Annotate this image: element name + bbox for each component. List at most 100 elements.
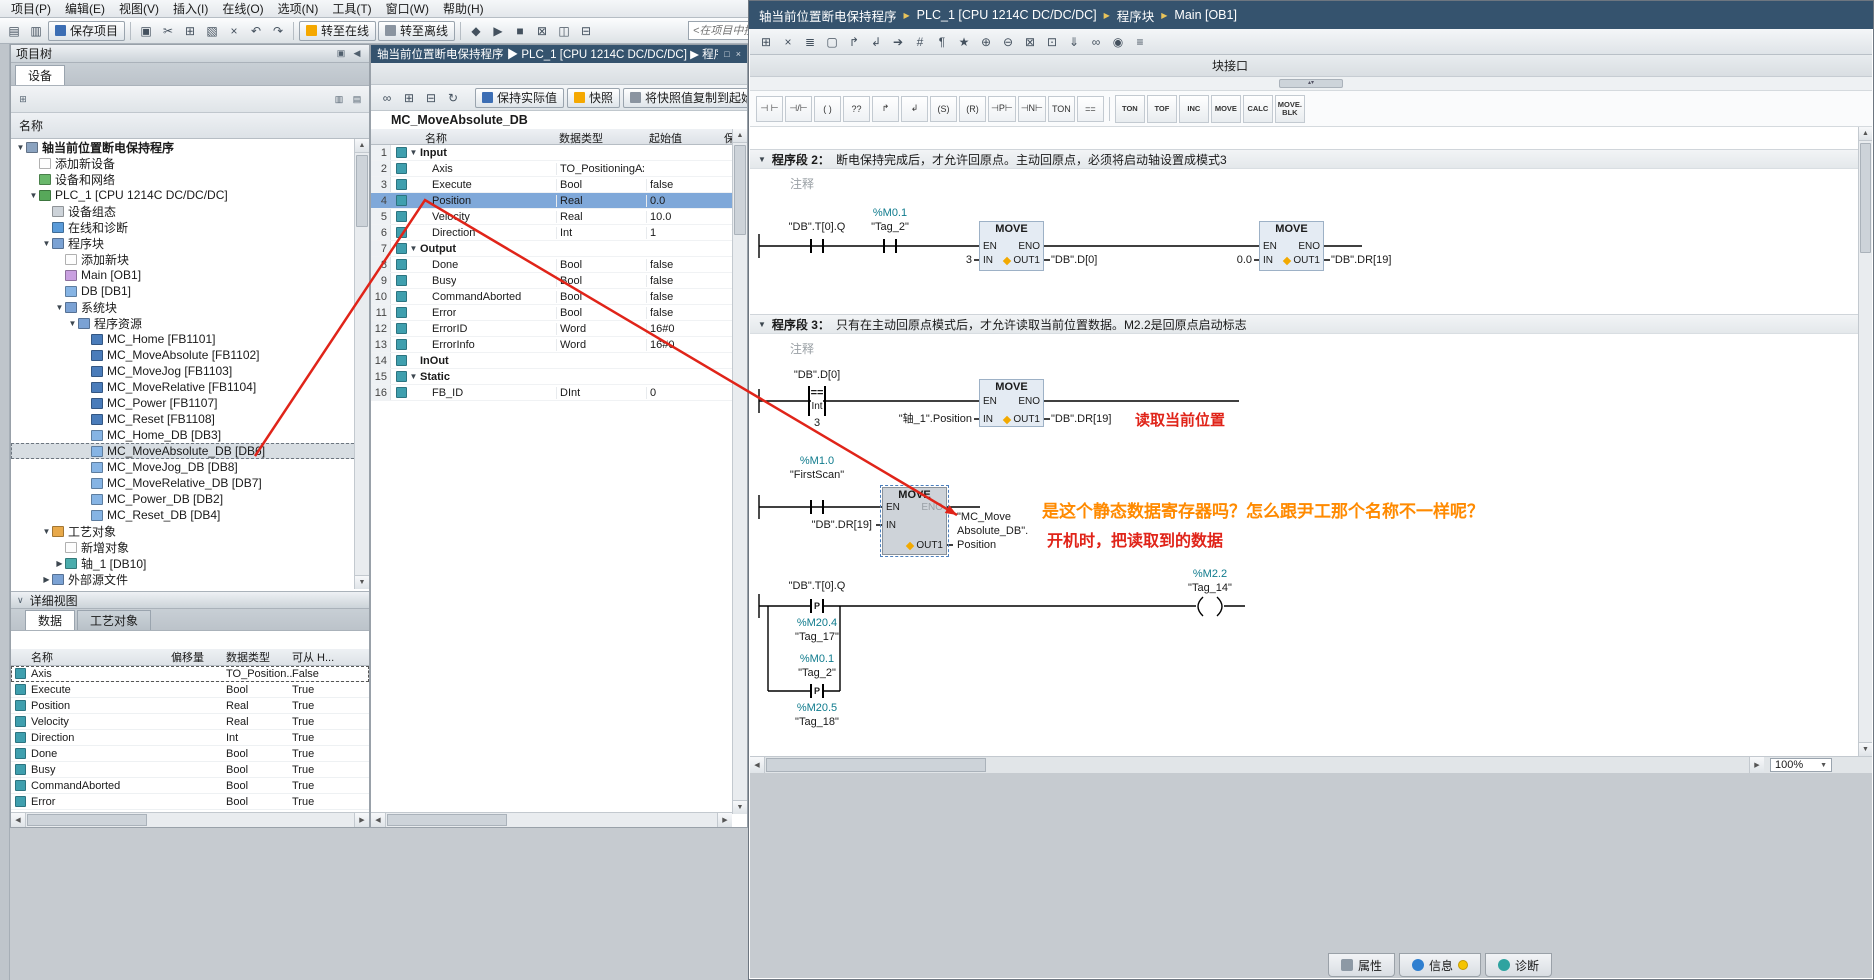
- stop-cpu-icon[interactable]: ■: [510, 21, 530, 41]
- db-table-row[interactable]: 4 Position Real 0.0: [371, 193, 732, 209]
- menu-item[interactable]: 视图(V): [112, 0, 166, 18]
- db-table-row[interactable]: 14 InOut: [371, 353, 732, 369]
- lad-vscrollbar[interactable]: ▲ ▼: [1858, 127, 1872, 756]
- scroll-up-icon[interactable]: ▲: [355, 139, 369, 153]
- input-operand[interactable]: "轴_1".Position: [880, 413, 972, 426]
- db-table-row[interactable]: 12 ErrorID Word 16#0: [371, 321, 732, 337]
- compare-favorite-icon[interactable]: ==: [1077, 96, 1104, 122]
- cut-icon[interactable]: ✂: [158, 21, 178, 41]
- tree-item[interactable]: 添加新块: [11, 251, 369, 267]
- detail-row[interactable]: Axis TO_Position... False: [11, 666, 369, 682]
- tree-item[interactable]: ▼ 程序资源: [11, 315, 369, 331]
- expand-all-networks-icon[interactable]: ⊕: [976, 32, 996, 52]
- split-vertical-icon[interactable]: ⊟: [576, 21, 596, 41]
- contact-address[interactable]: %M0.1: [845, 207, 935, 220]
- zoom-select[interactable]: 100% ▼: [1770, 758, 1832, 772]
- move-block-favorite-icon[interactable]: MOVE: [1211, 95, 1241, 123]
- move-block[interactable]: MOVE ENENO INOUT1: [979, 379, 1044, 427]
- tree-item[interactable]: MC_MoveJog_DB [DB8]: [11, 459, 369, 475]
- db-table-row[interactable]: 10 CommandAborted Bool false: [371, 289, 732, 305]
- scrollbar-thumb[interactable]: [387, 814, 507, 826]
- delete-icon[interactable]: ×: [224, 21, 244, 41]
- modify-value-icon[interactable]: ◉: [1108, 32, 1128, 52]
- tree-item[interactable]: ▶ 轴_1 [DB10]: [11, 555, 369, 571]
- detail-row[interactable]: Direction Int True: [11, 730, 369, 746]
- tree-expander-icon[interactable]: ▼: [54, 303, 65, 312]
- breadcrumb-item[interactable]: Main [OB1]: [1174, 8, 1237, 22]
- db-table-row[interactable]: 5 Velocity Real 10.0: [371, 209, 732, 225]
- scroll-down-icon[interactable]: ▼: [733, 800, 747, 814]
- db-table-row[interactable]: 6 Direction Int 1: [371, 225, 732, 241]
- scroll-left-icon[interactable]: ◀: [750, 757, 765, 773]
- tree-item[interactable]: MC_Reset [FB1108]: [11, 411, 369, 427]
- p-edge-contact[interactable]: P: [812, 685, 822, 697]
- tree-item[interactable]: MC_Home_DB [DB3]: [11, 427, 369, 443]
- tree-item[interactable]: 添加新设备: [11, 155, 369, 171]
- tree-item[interactable]: ▼ 工艺对象: [11, 523, 369, 539]
- tree-item[interactable]: 新增对象: [11, 539, 369, 555]
- tree-item[interactable]: DB [DB1]: [11, 283, 369, 299]
- cross-reference-icon[interactable]: ⊠: [532, 21, 552, 41]
- compile-icon[interactable]: ⊡: [1042, 32, 1062, 52]
- input-operand[interactable]: "DB".DR[19]: [800, 519, 872, 532]
- float-window-icon[interactable]: □: [724, 49, 729, 59]
- goto-network-icon[interactable]: ➔: [888, 32, 908, 52]
- copy-icon[interactable]: ⊞: [180, 21, 200, 41]
- compare-type[interactable]: Int: [772, 400, 862, 413]
- tree-expander-icon[interactable]: ▼: [41, 239, 52, 248]
- close-branch-icon[interactable]: ↲: [866, 32, 886, 52]
- detail-row[interactable]: Done Bool True: [11, 746, 369, 762]
- tree-item[interactable]: MC_MoveJog [FB1103]: [11, 363, 369, 379]
- redo-icon[interactable]: ↷: [268, 21, 288, 41]
- db-breadcrumb[interactable]: 轴当前位置断电保持程序 ▶ PLC_1 [CPU 1214C DC/DC/DC]…: [377, 46, 718, 62]
- contact-address[interactable]: %M1.0: [772, 455, 862, 468]
- coil-favorite-icon[interactable]: ( ): [814, 96, 841, 122]
- contact-operand[interactable]: "DB".T[0].Q: [772, 580, 862, 593]
- output-operand[interactable]: "DB".D[0]: [1051, 254, 1171, 267]
- tree-expander-icon[interactable]: ▼: [67, 319, 78, 328]
- compare-value[interactable]: 3: [772, 417, 862, 430]
- editor-settings-icon[interactable]: ≡: [1130, 32, 1150, 52]
- detail-row[interactable]: Busy Bool True: [11, 762, 369, 778]
- tree-item[interactable]: ▼ 程序块: [11, 235, 369, 251]
- tree-item[interactable]: ▼ PLC_1 [CPU 1214C DC/DC/DC]: [11, 187, 369, 203]
- copy-snapshot-button[interactable]: 将快照值复制到起始值中: [623, 88, 747, 108]
- row-expander-icon[interactable]: ▼: [407, 148, 420, 157]
- n-contact-favorite-icon[interactable]: ⊣N⊢: [1018, 96, 1046, 122]
- tree-item[interactable]: MC_MoveRelative [FB1104]: [11, 379, 369, 395]
- menu-item[interactable]: 插入(I): [166, 0, 215, 18]
- scroll-right-icon[interactable]: ▶: [717, 813, 732, 827]
- open-branch-favorite-icon[interactable]: ↱: [872, 96, 899, 122]
- refresh-icon[interactable]: ↻: [443, 88, 463, 108]
- breadcrumb-item[interactable]: 程序块: [1117, 6, 1155, 25]
- db-table-row[interactable]: 1 ▼ Input: [371, 145, 732, 161]
- close-window-icon[interactable]: ×: [736, 49, 741, 59]
- move-blk-block-favorite-icon[interactable]: MOVE.BLK: [1275, 95, 1305, 123]
- scrollbar-thumb[interactable]: [766, 758, 986, 772]
- menu-item[interactable]: 在线(O): [215, 0, 270, 18]
- coil-address[interactable]: %M2.2: [1160, 568, 1260, 581]
- tree-item[interactable]: MC_MoveAbsolute [FB1102]: [11, 347, 369, 363]
- tree-item[interactable]: ▼ 轴当前位置断电保持程序: [11, 139, 369, 155]
- db-table-row[interactable]: 9 Busy Bool false: [371, 273, 732, 289]
- tree-item[interactable]: 设备组态: [11, 203, 369, 219]
- print-icon[interactable]: ▣: [136, 21, 156, 41]
- network-2-header[interactable]: ▼ 程序段 2： 断电保持完成后，才允许回原点。主动回原点，必须将启动轴设置成模…: [750, 149, 1860, 169]
- block-interface-bar[interactable]: 块接口: [750, 55, 1872, 77]
- add-empty-box-icon[interactable]: ▢: [822, 32, 842, 52]
- expand-rows-icon[interactable]: ⊞: [399, 88, 419, 108]
- add-output-icon[interactable]: [1003, 416, 1011, 424]
- add-output-icon[interactable]: [1003, 257, 1011, 265]
- filter-icon[interactable]: ⊞: [16, 92, 30, 106]
- detail-row[interactable]: Position Real True: [11, 698, 369, 714]
- empty-box-favorite-icon[interactable]: ??: [843, 96, 870, 122]
- scrollbar-thumb[interactable]: [1860, 143, 1871, 253]
- lad-hscrollbar[interactable]: ◀ ▶ 100% ▼: [750, 756, 1872, 773]
- db-table-row[interactable]: 11 Error Bool false: [371, 305, 732, 321]
- edge-memory-address[interactable]: %M20.5: [772, 702, 862, 715]
- tab-devices[interactable]: 设备: [15, 65, 65, 85]
- undo-icon[interactable]: ↶: [246, 21, 266, 41]
- keep-actual-values-button[interactable]: 保持实际值: [475, 88, 564, 108]
- network-3-header[interactable]: ▼ 程序段 3： 只有在主动回原点模式后，才允许读取当前位置数据。M2.2是回原…: [750, 314, 1860, 334]
- input-value[interactable]: 3: [900, 254, 972, 267]
